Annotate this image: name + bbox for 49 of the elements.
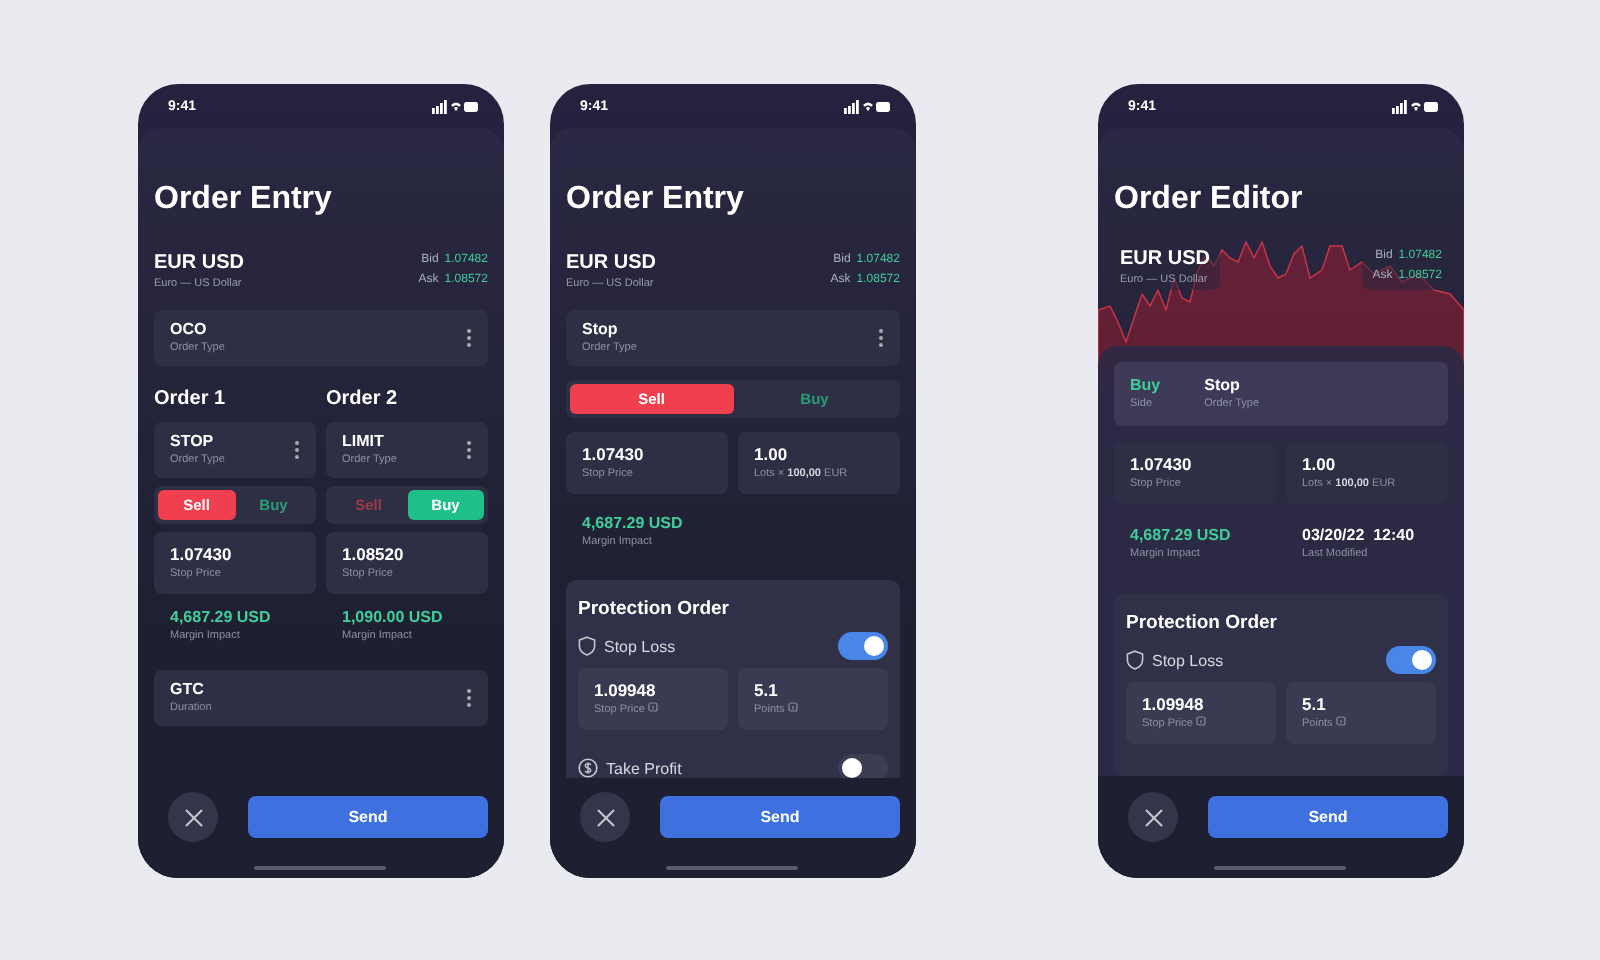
order-heading: Order 1 — [154, 388, 228, 410]
dollar-coin-icon — [578, 758, 598, 778]
currency-pair: EUR USD — [1120, 246, 1211, 272]
toggle-switch[interactable] — [1386, 646, 1436, 674]
info-icon[interactable] — [647, 702, 658, 712]
panel-title: Protection Order — [1126, 612, 1279, 634]
close-button[interactable] — [168, 792, 218, 842]
screen-title: Order Entry — [566, 180, 746, 218]
more-icon[interactable] — [466, 328, 472, 348]
option-label: Take Profit — [606, 759, 684, 777]
stat-value: 03/20/22 12:40 — [1302, 526, 1417, 546]
info-icon[interactable] — [787, 702, 798, 712]
status-icons — [844, 99, 892, 113]
currency-pair: EUR USD — [566, 250, 657, 276]
toggle-switch[interactable] — [838, 632, 888, 660]
summary-value: Buy — [1130, 376, 1161, 396]
info-icon[interactable] — [1195, 716, 1206, 726]
more-icon[interactable] — [878, 328, 884, 348]
status-icons — [432, 99, 480, 113]
option-label: Stop Loss — [604, 637, 678, 655]
more-icon[interactable] — [466, 440, 472, 460]
status-icons — [1392, 99, 1440, 113]
order-heading: Order 2 — [326, 388, 400, 410]
home-indicator — [254, 866, 386, 870]
home-indicator — [1214, 866, 1346, 870]
close-button[interactable] — [580, 792, 630, 842]
panel-title: Protection Order — [578, 598, 731, 620]
shield-icon — [578, 636, 596, 656]
option-label: Stop Loss — [1152, 651, 1226, 669]
stat-value: 4,687.29 USD — [170, 608, 273, 628]
close-button[interactable] — [1128, 792, 1178, 842]
send-button[interactable]: Send — [248, 796, 488, 838]
stat-value: 4,687.29 USD — [582, 514, 685, 534]
screen-title: Order Editor — [1114, 180, 1305, 218]
more-icon[interactable] — [294, 440, 300, 460]
home-indicator — [666, 866, 798, 870]
close-icon[interactable] — [1143, 807, 1163, 827]
summary-value: Stop — [1204, 376, 1242, 396]
close-icon[interactable] — [595, 807, 615, 827]
send-button[interactable]: Send — [1208, 796, 1448, 838]
more-icon[interactable] — [466, 688, 472, 708]
shield-icon — [1126, 650, 1144, 670]
info-icon[interactable] — [1335, 716, 1346, 726]
screen-title: Order Entry — [154, 180, 334, 218]
send-button[interactable]: Send — [660, 796, 900, 838]
stat-value: 1,090.00 USD — [342, 608, 445, 628]
stat-value: 4,687.29 USD — [1130, 526, 1233, 546]
close-icon[interactable] — [183, 807, 203, 827]
currency-pair: EUR USD — [154, 250, 245, 276]
